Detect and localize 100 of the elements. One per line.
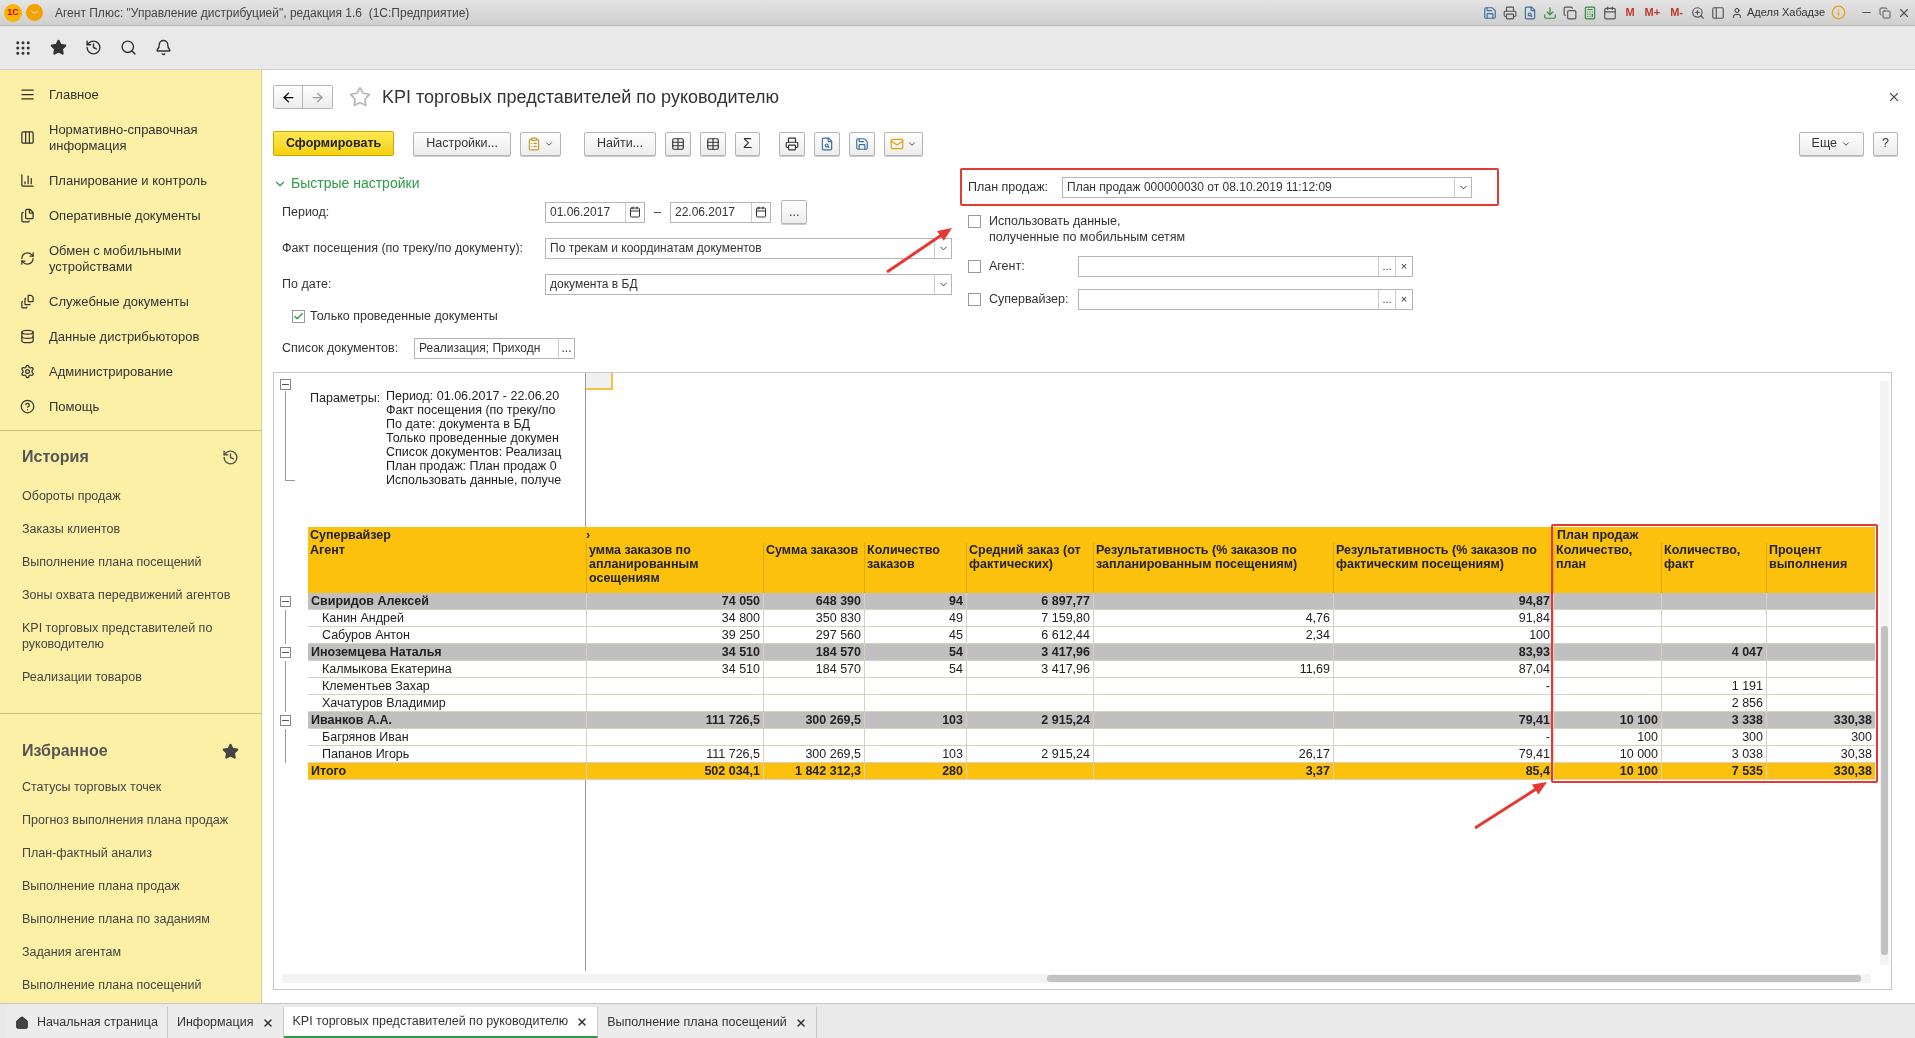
settings-button[interactable]: Настройки... [413,131,511,156]
field-label: По дате: [282,275,333,293]
close-icon[interactable] [576,1015,589,1028]
nav-item[interactable]: Главное [0,77,261,112]
favorite-link[interactable]: Прогноз выполнения плана продаж [0,804,261,837]
table-cell: Канин Андрей [322,611,404,625]
back-button[interactable] [274,86,303,108]
download-icon[interactable] [1543,5,1558,20]
nav-item[interactable]: Администрирование [0,354,261,389]
calendar-icon [754,206,767,218]
memory-button[interactable]: M- [1668,4,1685,21]
star-icon[interactable] [349,86,371,108]
table-cell: 100 [1529,628,1550,642]
nav-item[interactable]: Нормативно-справочная информация [0,112,261,163]
expand-button[interactable] [700,131,727,156]
history-link[interactable]: Выполнение плана посещений [0,545,261,578]
history-link[interactable]: Зоны охвата передвижений агентов [0,578,261,611]
star-icon[interactable] [50,39,67,56]
nav-item[interactable]: Данные дистрибьюторов [0,319,261,354]
close-icon[interactable] [1887,90,1901,104]
favorite-link[interactable]: План-фактный анализ [0,837,261,870]
parameter-line: Только проведенные докумен [386,431,560,445]
history-link[interactable]: Обороты продаж [0,479,261,512]
period-button[interactable]: ... [780,200,808,224]
history-link[interactable]: Заказы клиентов [0,512,261,545]
nav-item[interactable]: Помощь [0,389,261,424]
zoom-icon[interactable] [1691,5,1705,20]
input-field[interactable]: ... × [1078,255,1413,277]
sum-button[interactable]: Σ [735,131,761,156]
history-link[interactable]: Реализации товаров [0,660,261,693]
checkbox[interactable] [968,215,981,228]
table-cell: 34 510 [721,645,760,659]
input-field[interactable]: 22.06.2017 [669,201,771,223]
collapse-toggle[interactable] [280,379,291,390]
favorite-link[interactable]: Выполнение плана посещений [0,969,261,1002]
nav-item[interactable]: Служебные документы [0,284,261,319]
print-icon[interactable] [1503,5,1518,20]
calendar-icon[interactable] [1603,5,1618,20]
select-field[interactable]: По трекам и координатам документов [545,237,952,259]
checkbox[interactable] [968,292,981,306]
input-field[interactable]: ... × [1078,288,1413,310]
collapse-toggle[interactable] [280,715,291,726]
scrollbar-thumb[interactable] [1881,626,1888,955]
document-stack-icon [20,294,35,309]
search-icon[interactable] [120,39,137,56]
horizontal-scrollbar[interactable] [282,974,1871,983]
more-button[interactable]: Еще [1798,131,1865,156]
vertical-scrollbar[interactable] [1880,381,1889,965]
save-icon[interactable] [1483,5,1498,20]
collapse-toggle[interactable] [280,596,291,607]
window-tab[interactable]: KPI торговых представителей по руководителю [283,1007,599,1038]
table-cell: 79,41 [1518,747,1550,761]
table-cell: 2 856 [1731,696,1763,710]
checkbox[interactable] [292,309,305,323]
collapse-toggle[interactable] [280,647,291,658]
save-button[interactable] [849,131,876,156]
checkbox[interactable] [968,259,981,273]
input-field[interactable]: Реализация; Приходн ... [414,337,575,359]
close-icon[interactable] [794,1016,807,1029]
history-link[interactable]: KPI торговых представителей по руководителю [0,611,261,660]
range-dash: – [654,203,661,221]
restore-icon[interactable] [1879,6,1891,19]
close-icon[interactable] [261,1016,274,1029]
memory-button[interactable]: M [1623,4,1637,21]
table-cell: 6 612,44 [1041,628,1090,642]
preview-icon[interactable] [1523,5,1538,20]
nav-item[interactable]: Планирование и контроль [0,163,261,198]
history-icon[interactable] [85,39,102,56]
apps-grid-icon[interactable] [14,38,32,57]
collapse-button[interactable] [665,131,692,156]
nav-item[interactable]: Оперативные документы [0,198,261,233]
bell-icon[interactable] [155,39,172,56]
find-button[interactable]: Найти... [583,131,657,156]
user-button[interactable]: Аделя Хабадзе [1731,4,1825,21]
table-cell: 94 [949,594,963,608]
favorite-link[interactable]: Выполнение плана по заданиям [0,903,261,936]
scrollbar-thumb[interactable] [1047,975,1861,982]
nav-item[interactable]: Обмен с мобильными устройствами [0,233,261,284]
checkbox-label: Использовать данные, полученные по мобильным сетям [989,213,1186,245]
table-cell: 3 417,96 [1041,645,1090,659]
history-icon [222,448,239,466]
quick-settings-toggle[interactable]: Быстрые настройки [273,173,420,194]
section-title: Избранное [22,741,108,761]
calendar-icon [629,206,641,218]
favorite-link[interactable]: Статусы торговых точек [0,771,261,804]
user-icon [1731,6,1743,19]
print-button[interactable] [779,131,806,156]
select-field[interactable]: План продаж 000000030 от 08.10.2019 11:12:09 [1062,176,1472,198]
generate-button[interactable]: Сформировать [273,131,395,156]
select-field[interactable]: документа в БД [545,273,952,295]
help-button[interactable]: ? [1873,131,1898,156]
preview-button[interactable] [814,131,841,156]
input-field[interactable]: 01.06.2017 [545,201,645,223]
favorite-link[interactable]: Задания агентам [0,936,261,969]
memory-button[interactable]: M+ [1642,4,1663,21]
panel-icon[interactable] [1711,5,1725,20]
copy-icon[interactable] [1563,5,1578,20]
calculator-icon[interactable] [1583,5,1598,20]
table-cell: Итого [311,764,347,778]
favorite-link[interactable]: Выполнение плана продаж [0,870,261,903]
